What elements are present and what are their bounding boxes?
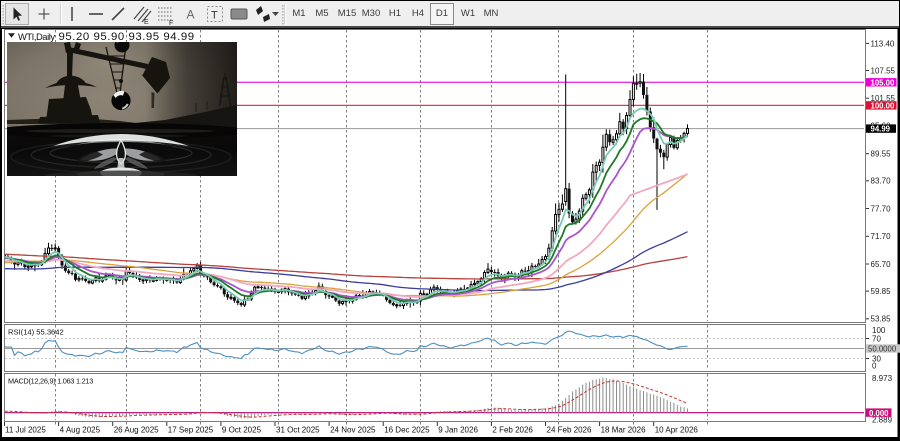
svg-text:9 Jan 2026: 9 Jan 2026 — [438, 426, 478, 435]
svg-text:0.000: 0.000 — [869, 409, 889, 418]
svg-text:59.85: 59.85 — [871, 287, 892, 296]
svg-text:53.85: 53.85 — [871, 315, 892, 324]
svg-text:16 Dec 2025: 16 Dec 2025 — [384, 426, 430, 435]
svg-text:WTI,Daily: WTI,Daily — [18, 31, 55, 42]
svg-text:T: T — [211, 10, 218, 22]
svg-text:100.00: 100.00 — [871, 101, 896, 110]
svg-text:0: 0 — [872, 362, 877, 371]
svg-text:31 Oct 2025: 31 Oct 2025 — [276, 426, 320, 435]
svg-text:8.973: 8.973 — [872, 374, 893, 383]
svg-text:RSI(14) 55.3642: RSI(14) 55.3642 — [8, 328, 64, 337]
svg-text:MACD(12,26,9) 1.063 1.213: MACD(12,26,9) 1.063 1.213 — [8, 377, 93, 386]
svg-text:E: E — [144, 19, 149, 26]
svg-text:95.20 95.90 93.95 94.99: 95.20 95.90 93.95 94.99 — [59, 31, 195, 43]
svg-text:F: F — [169, 20, 173, 27]
svg-text:65.70: 65.70 — [871, 260, 892, 269]
svg-text:83.70: 83.70 — [871, 177, 892, 186]
svg-text:11 Jul 2025: 11 Jul 2025 — [5, 426, 46, 435]
svg-text:2 Feb 2026: 2 Feb 2026 — [492, 426, 533, 435]
svg-text:4 Aug 2025: 4 Aug 2025 — [60, 426, 101, 435]
svg-text:77.70: 77.70 — [871, 204, 892, 213]
svg-text:94.99: 94.99 — [871, 125, 891, 134]
svg-text:17 Sep 2025: 17 Sep 2025 — [168, 426, 214, 435]
svg-text:18 Mar 2026: 18 Mar 2026 — [601, 426, 646, 435]
svg-text:107.55: 107.55 — [871, 66, 896, 75]
svg-text:24 Feb 2026: 24 Feb 2026 — [547, 426, 592, 435]
svg-text:A: A — [187, 8, 195, 22]
svg-text:89.55: 89.55 — [871, 150, 892, 159]
svg-text:105.00: 105.00 — [871, 78, 896, 87]
svg-text:71.70: 71.70 — [871, 232, 892, 241]
svg-text:113.40: 113.40 — [871, 39, 895, 48]
svg-text:24 Nov 2025: 24 Nov 2025 — [330, 426, 376, 435]
svg-text:26 Aug 2025: 26 Aug 2025 — [114, 426, 159, 435]
svg-text:70: 70 — [872, 334, 881, 343]
svg-text:50.0000: 50.0000 — [868, 345, 897, 354]
svg-text:9 Oct 2025: 9 Oct 2025 — [222, 426, 262, 435]
svg-text:10 Apr 2026: 10 Apr 2026 — [655, 426, 699, 435]
